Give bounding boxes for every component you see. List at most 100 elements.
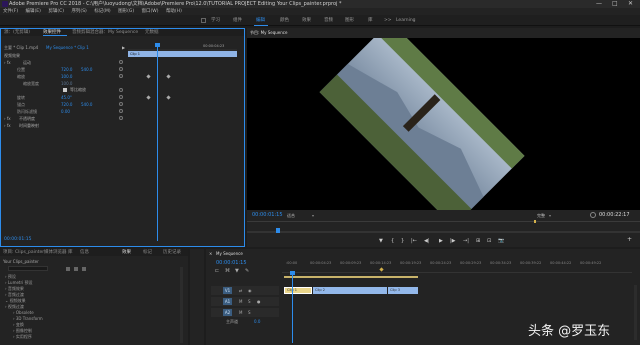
effects-scrollbar[interactable] bbox=[180, 267, 183, 343]
mute-button[interactable]: M bbox=[239, 310, 242, 315]
keyframe-scale-2[interactable] bbox=[166, 74, 171, 79]
close-button[interactable]: ✕ bbox=[628, 0, 633, 8]
track-label-v1[interactable]: V1 bbox=[223, 287, 232, 294]
prop-position-x[interactable]: 720.0 bbox=[61, 67, 72, 72]
effect-playhead[interactable] bbox=[157, 43, 158, 241]
accelerated-effects-icon[interactable] bbox=[66, 267, 70, 271]
program-scrub-bar[interactable] bbox=[247, 221, 640, 222]
prop-anchor-x[interactable]: 720.0 bbox=[61, 102, 72, 107]
workspace-learning[interactable]: Learning bbox=[396, 15, 416, 26]
tab-effects[interactable]: 效果 bbox=[122, 249, 131, 256]
track-label-a1[interactable]: A1 bbox=[223, 298, 232, 305]
reset-opacity-icon[interactable] bbox=[119, 116, 123, 120]
program-quality-dropdown[interactable]: 完整 bbox=[537, 213, 545, 219]
minimize-button[interactable]: — bbox=[596, 0, 602, 8]
workspace-assembly[interactable]: 组件 bbox=[233, 15, 242, 26]
reset-scale-icon[interactable] bbox=[119, 74, 123, 78]
tab-libraries[interactable]: 库 bbox=[68, 249, 73, 256]
prop-position-y[interactable]: 540.0 bbox=[81, 67, 92, 72]
clip-2[interactable]: Clip 2 bbox=[313, 287, 387, 294]
tree-item[interactable]: › 实用程序 bbox=[13, 334, 32, 340]
settings-icon[interactable] bbox=[590, 212, 596, 218]
tab-info[interactable]: 信息 bbox=[80, 249, 89, 256]
eye-icon[interactable]: ◉ bbox=[248, 288, 252, 293]
program-video-frame[interactable] bbox=[247, 21, 640, 227]
uniform-scale-checkbox[interactable] bbox=[63, 88, 67, 92]
solo-button[interactable]: S bbox=[248, 310, 251, 315]
menu-file[interactable]: 文件(F) bbox=[3, 9, 18, 14]
clip-3[interactable]: Clip 3 bbox=[388, 287, 418, 294]
32bit-effects-icon[interactable] bbox=[74, 267, 78, 271]
timeline-playhead-handle[interactable] bbox=[290, 271, 295, 275]
home-icon[interactable] bbox=[201, 18, 206, 23]
menu-graphics[interactable]: 图形(G) bbox=[118, 9, 134, 14]
workspace-libraries[interactable]: 库 bbox=[368, 15, 373, 26]
menu-edit[interactable]: 编辑(E) bbox=[26, 9, 41, 14]
tab-media-browser[interactable]: 媒体浏览器 bbox=[44, 249, 67, 256]
yuv-effects-icon[interactable] bbox=[82, 267, 86, 271]
settings-wrench-icon[interactable]: ✎ bbox=[245, 268, 249, 274]
sync-lock-icon[interactable]: ⇄ bbox=[239, 288, 242, 293]
effect-playhead-handle[interactable] bbox=[155, 43, 160, 47]
master-clip-label[interactable]: 主要 * Clip 1.mp4 bbox=[4, 45, 38, 51]
menu-sequence[interactable]: 序列(S) bbox=[71, 9, 86, 14]
workspace-effects[interactable]: 效果 bbox=[302, 15, 311, 26]
button-editor-plus[interactable]: + bbox=[627, 236, 632, 243]
tab-source[interactable]: 源：(无剪辑) bbox=[4, 29, 30, 36]
keyframe-rotation-2[interactable] bbox=[166, 95, 171, 100]
reset-position-icon[interactable] bbox=[119, 67, 123, 71]
workspace-audio[interactable]: 音频 bbox=[324, 15, 333, 26]
tab-markers[interactable]: 标记 bbox=[143, 249, 152, 256]
work-area-bar[interactable] bbox=[284, 276, 418, 278]
menu-clip[interactable]: 剪辑(C) bbox=[48, 9, 64, 14]
play-button[interactable]: ▶ bbox=[439, 238, 443, 244]
effects-search-input[interactable] bbox=[8, 266, 48, 271]
program-monitor-title[interactable]: 节目: My Sequence bbox=[250, 30, 287, 36]
tree-item[interactable]: › Obsolete bbox=[13, 310, 34, 315]
timeline-ruler[interactable]: :00:00 00:00:04:23 00:00:09:23 00:00:14:… bbox=[282, 259, 632, 273]
tab-metadata[interactable]: 元数据 bbox=[145, 29, 159, 36]
go-to-in-button[interactable]: |← bbox=[411, 238, 417, 244]
tab-project[interactable]: 项目: Clips_painter bbox=[3, 249, 44, 256]
prop-scale-value[interactable]: 100.0 bbox=[61, 74, 72, 79]
link-icon[interactable]: ⌘ bbox=[225, 268, 230, 274]
prop-anchor-y[interactable]: 540.0 bbox=[81, 102, 92, 107]
prop-antiflicker-value[interactable]: 0.00 bbox=[61, 109, 70, 114]
timeline-marker-icon[interactable] bbox=[379, 267, 384, 272]
fit-dropdown-arrow-icon[interactable]: ▾ bbox=[312, 213, 314, 218]
go-to-out-button[interactable]: →| bbox=[463, 238, 469, 244]
reset-motion-icon[interactable] bbox=[119, 60, 123, 64]
workspace-graphics[interactable]: 图形 bbox=[345, 15, 354, 26]
program-zoom-bar[interactable] bbox=[247, 231, 640, 233]
menu-marker[interactable]: 标记(M) bbox=[94, 9, 110, 14]
timeline-playhead[interactable] bbox=[292, 273, 293, 343]
program-fit-dropdown[interactable]: 适合 bbox=[287, 213, 295, 219]
timeline-scrollbar[interactable] bbox=[634, 285, 637, 340]
solo-button[interactable]: S bbox=[248, 299, 251, 304]
workspace-learn[interactable]: 学习 bbox=[211, 15, 220, 26]
lift-button[interactable]: ⊞ bbox=[476, 238, 480, 244]
keyframe-scale-1[interactable] bbox=[146, 74, 151, 79]
reset-anchor-icon[interactable] bbox=[119, 102, 123, 106]
workspace-overflow[interactable]: >> bbox=[384, 15, 392, 26]
fx-motion-toggle-icon[interactable]: › fx bbox=[4, 60, 11, 65]
mark-in-button[interactable]: { bbox=[391, 238, 394, 244]
fx-time-toggle-icon[interactable]: › fx bbox=[4, 123, 11, 128]
quality-dropdown-arrow-icon[interactable]: ▾ bbox=[549, 213, 551, 218]
timeline-close-icon[interactable]: × bbox=[209, 251, 212, 256]
tab-audio-clip-mixer[interactable]: 音频剪辑混合器：My Sequence bbox=[72, 29, 138, 36]
add-marker-button[interactable]: ▼ bbox=[379, 238, 383, 244]
menu-help[interactable]: 帮助(H) bbox=[166, 9, 182, 14]
mark-out-button[interactable]: } bbox=[401, 238, 404, 244]
maximize-button[interactable]: □ bbox=[612, 0, 618, 8]
program-playhead-icon[interactable] bbox=[276, 228, 280, 233]
prop-rotation-value[interactable]: 45.0° bbox=[61, 95, 72, 100]
reset-rotation-icon[interactable] bbox=[119, 95, 123, 99]
tab-history[interactable]: 历史记录 bbox=[163, 249, 181, 256]
marker-icon[interactable]: ▼ bbox=[235, 268, 239, 274]
workspace-color[interactable]: 颜色 bbox=[280, 15, 289, 26]
clip-1[interactable]: Clip 1 bbox=[284, 287, 312, 294]
fx-opacity-toggle-icon[interactable]: › fx bbox=[4, 116, 11, 121]
track-label-a2[interactable]: A2 bbox=[223, 309, 232, 316]
menu-window[interactable]: 窗口(W) bbox=[142, 9, 159, 14]
